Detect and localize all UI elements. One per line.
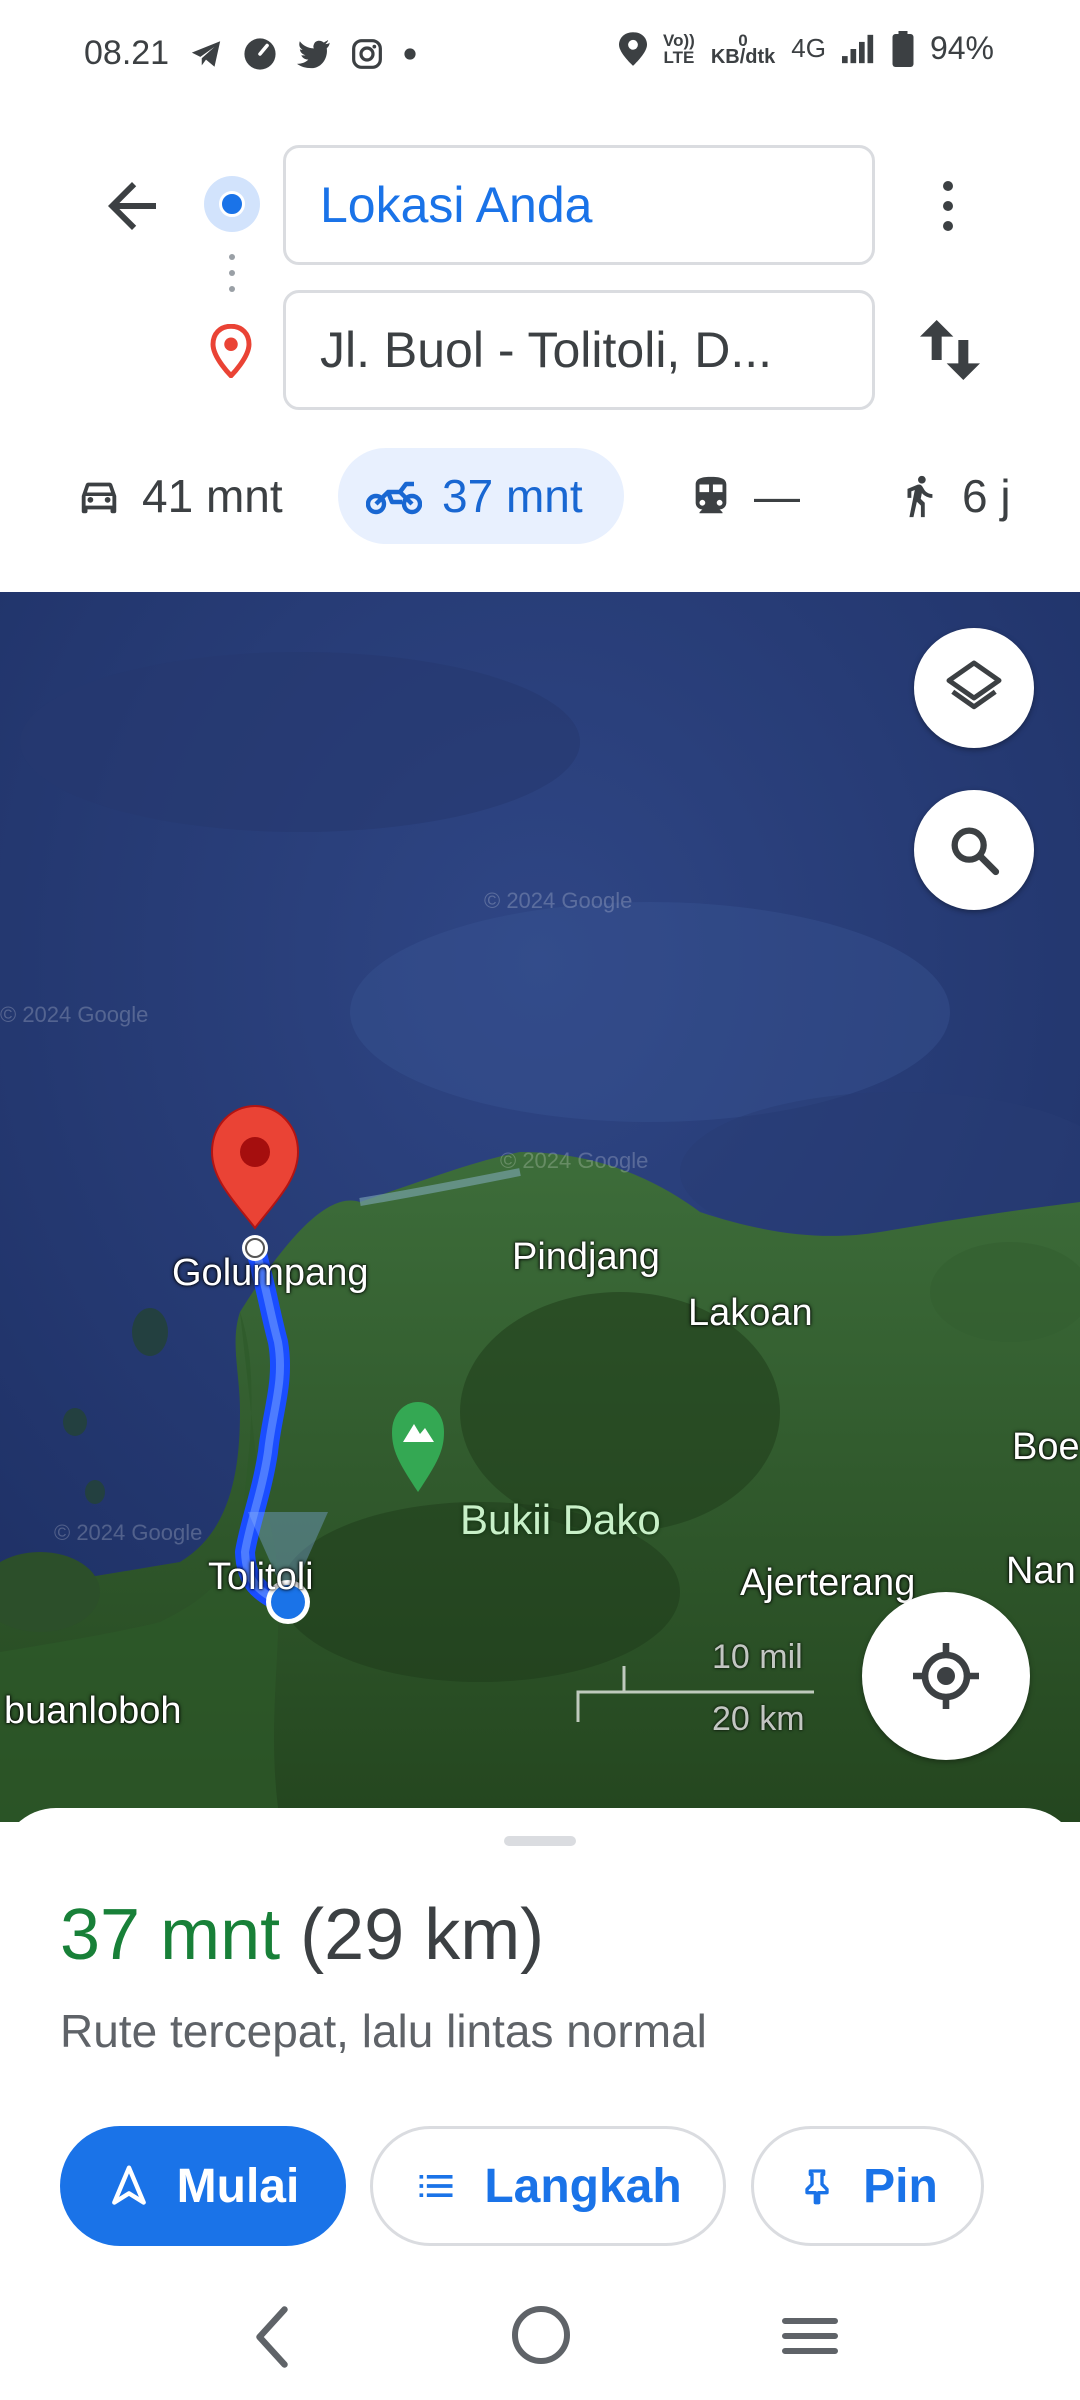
volte-line2: LTE <box>663 47 695 67</box>
list-icon <box>419 2175 453 2197</box>
swap-vertical-icon <box>920 320 980 380</box>
origin-input[interactable]: Lokasi Anda <box>283 145 875 265</box>
car-icon <box>81 482 117 514</box>
back-button[interactable] <box>96 170 168 242</box>
mode-transit-tab[interactable]: — <box>660 448 828 544</box>
signal-icon <box>841 34 876 64</box>
battery-icon <box>892 30 914 67</box>
instagram-icon <box>351 38 383 70</box>
nav-back-button[interactable] <box>242 2302 302 2372</box>
status-time: 08.21 <box>84 34 170 72</box>
destination-pin-icon <box>208 323 254 380</box>
search-icon <box>951 827 1000 876</box>
system-nav-bar <box>0 2280 1080 2400</box>
map-watermark: © 2024 Google <box>500 1148 649 1173</box>
origin-marker-icon <box>204 176 260 232</box>
speedometer-icon <box>243 37 277 71</box>
route-summary: 37 mnt (29 km) <box>60 1894 544 1976</box>
status-left: 08.21 <box>84 34 417 73</box>
more-options-button[interactable] <box>924 170 972 242</box>
location-icon <box>619 31 648 66</box>
route-connector-dots <box>228 254 236 304</box>
route-distance: (29 km) <box>300 1895 545 1975</box>
status-bar: 08.21 Vo)) LTE 0 KB/dtk 4G 94% <box>0 0 1080 110</box>
mode-motorcycle-tab[interactable]: 37 mnt <box>338 448 624 544</box>
map-label-buanloboh: buanloboh <box>4 1690 182 1732</box>
steps-button[interactable]: Langkah <box>370 2126 726 2246</box>
layers-button[interactable] <box>914 628 1034 748</box>
steps-label: Langkah <box>484 2159 682 2213</box>
network-type: 4G <box>791 33 826 63</box>
walking-icon <box>907 475 933 518</box>
scale-mil: 10 mil <box>712 1638 803 1676</box>
map-label-ajerterang: Ajerterang <box>740 1562 916 1604</box>
start-navigation-button[interactable]: Mulai <box>60 2126 346 2246</box>
menu-lines-icon <box>782 2318 838 2354</box>
train-icon <box>695 476 727 514</box>
volte-indicator: Vo)) LTE <box>663 32 695 66</box>
map-watermark: © 2024 Google <box>54 1520 203 1545</box>
dot-icon <box>403 47 417 61</box>
pin-icon <box>805 2169 829 2205</box>
map-label-nan: Nan <box>1006 1550 1076 1592</box>
mode-transit-label: — <box>754 470 800 522</box>
network-speed: 0 KB/dtk <box>710 32 776 68</box>
map-label-golumpang: Golumpang <box>172 1252 369 1294</box>
search-along-route-button[interactable] <box>914 790 1034 910</box>
mode-walk-tab[interactable]: 6 j <box>868 448 1039 544</box>
navigation-arrow-icon <box>111 2165 146 2205</box>
my-location-button[interactable] <box>862 1592 1030 1760</box>
destination-input[interactable]: Jl. Buol - Tolitoli, D... <box>283 290 875 410</box>
pin-button[interactable]: Pin <box>751 2126 984 2246</box>
mode-car-label: 41 mnt <box>142 470 283 522</box>
nav-home-button[interactable] <box>512 2306 570 2364</box>
network-speed-unit: KB/dtk <box>710 45 776 68</box>
map-label-pindjang: Pindjang <box>512 1236 660 1278</box>
map-label-lakoan: Lakoan <box>688 1292 813 1334</box>
twitter-icon <box>297 39 331 69</box>
nav-recents-button[interactable] <box>780 2306 840 2366</box>
mode-walk-label: 6 j <box>962 470 1011 522</box>
start-label: Mulai <box>176 2159 300 2213</box>
mode-motorcycle-label: 37 mnt <box>442 470 583 522</box>
telegram-icon <box>189 37 223 71</box>
map-watermark: © 2024 Google <box>484 888 633 913</box>
motorcycle-icon <box>366 481 422 515</box>
layers-icon <box>946 660 1002 710</box>
map-view[interactable]: © 2024 Google © 2024 Google © 2024 Googl… <box>0 592 1080 1822</box>
status-right: Vo)) LTE 0 KB/dtk 4G 94% <box>619 30 994 67</box>
pin-label: Pin <box>863 2159 938 2213</box>
map-label-boe: Boe <box>1012 1426 1080 1468</box>
battery-level: 94% <box>929 30 994 66</box>
map-watermark: © 2024 Google <box>0 1002 149 1027</box>
route-duration: 37 mnt <box>60 1895 281 1975</box>
scale-km: 20 km <box>712 1700 805 1738</box>
sheet-drag-handle[interactable] <box>504 1836 576 1846</box>
swap-locations-button[interactable] <box>910 310 990 390</box>
mode-car-tab[interactable]: 41 mnt <box>48 448 311 544</box>
map-scale: 10 mil 20 km <box>576 1638 816 1768</box>
map-poi-bukit-dako[interactable]: Bukii Dako <box>460 1496 661 1544</box>
map-label-tolitoli: Tolitoli <box>208 1556 314 1598</box>
nav-back-icon <box>256 2306 288 2368</box>
route-description: Rute tercepat, lalu lintas normal <box>60 2005 707 2057</box>
my-location-icon <box>913 1643 979 1709</box>
arrow-back-icon <box>108 182 156 230</box>
